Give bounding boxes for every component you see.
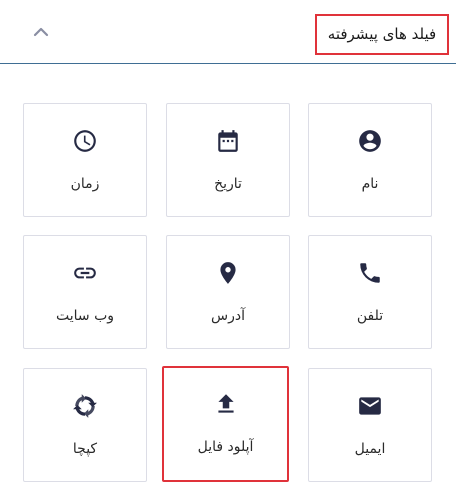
advanced-fields-header: فیلد های پیشرفته [0,0,456,64]
recaptcha-icon [72,393,98,419]
location-pin-icon [215,260,241,286]
field-tile-email[interactable]: ایمیل [308,368,432,482]
field-tile-file-upload[interactable]: آپلود فایل [162,366,289,482]
link-icon [72,260,98,286]
field-tile-address[interactable]: آدرس [166,235,290,349]
field-tile-time[interactable]: زمان [23,103,147,217]
field-tile-label: کپچا [72,441,98,457]
field-tile-label: تاریخ [214,176,242,192]
field-tile-label: نام [361,176,379,192]
field-tile-label: زمان [70,176,100,192]
email-icon [357,393,383,419]
phone-icon [357,260,383,286]
field-tile-label: وب سایت [55,308,115,324]
field-tile-label: تلفن [356,308,384,324]
account-circle-icon [357,128,383,154]
clock-icon [72,128,98,154]
field-tile-label: آپلود فایل [197,439,254,455]
chevron-up-icon[interactable] [31,22,51,42]
field-tile-label: آدرس [211,308,245,324]
field-tile-label: ایمیل [354,441,386,457]
field-tile-phone[interactable]: تلفن [308,235,432,349]
field-tile-website[interactable]: وب سایت [23,235,147,349]
field-tile-captcha[interactable]: کپچا [23,368,147,482]
calendar-icon [215,128,241,154]
advanced-fields-title[interactable]: فیلد های پیشرفته [315,14,449,55]
field-tile-name[interactable]: نام [308,103,432,217]
field-tile-date[interactable]: تاریخ [166,103,290,217]
upload-icon [213,391,239,417]
